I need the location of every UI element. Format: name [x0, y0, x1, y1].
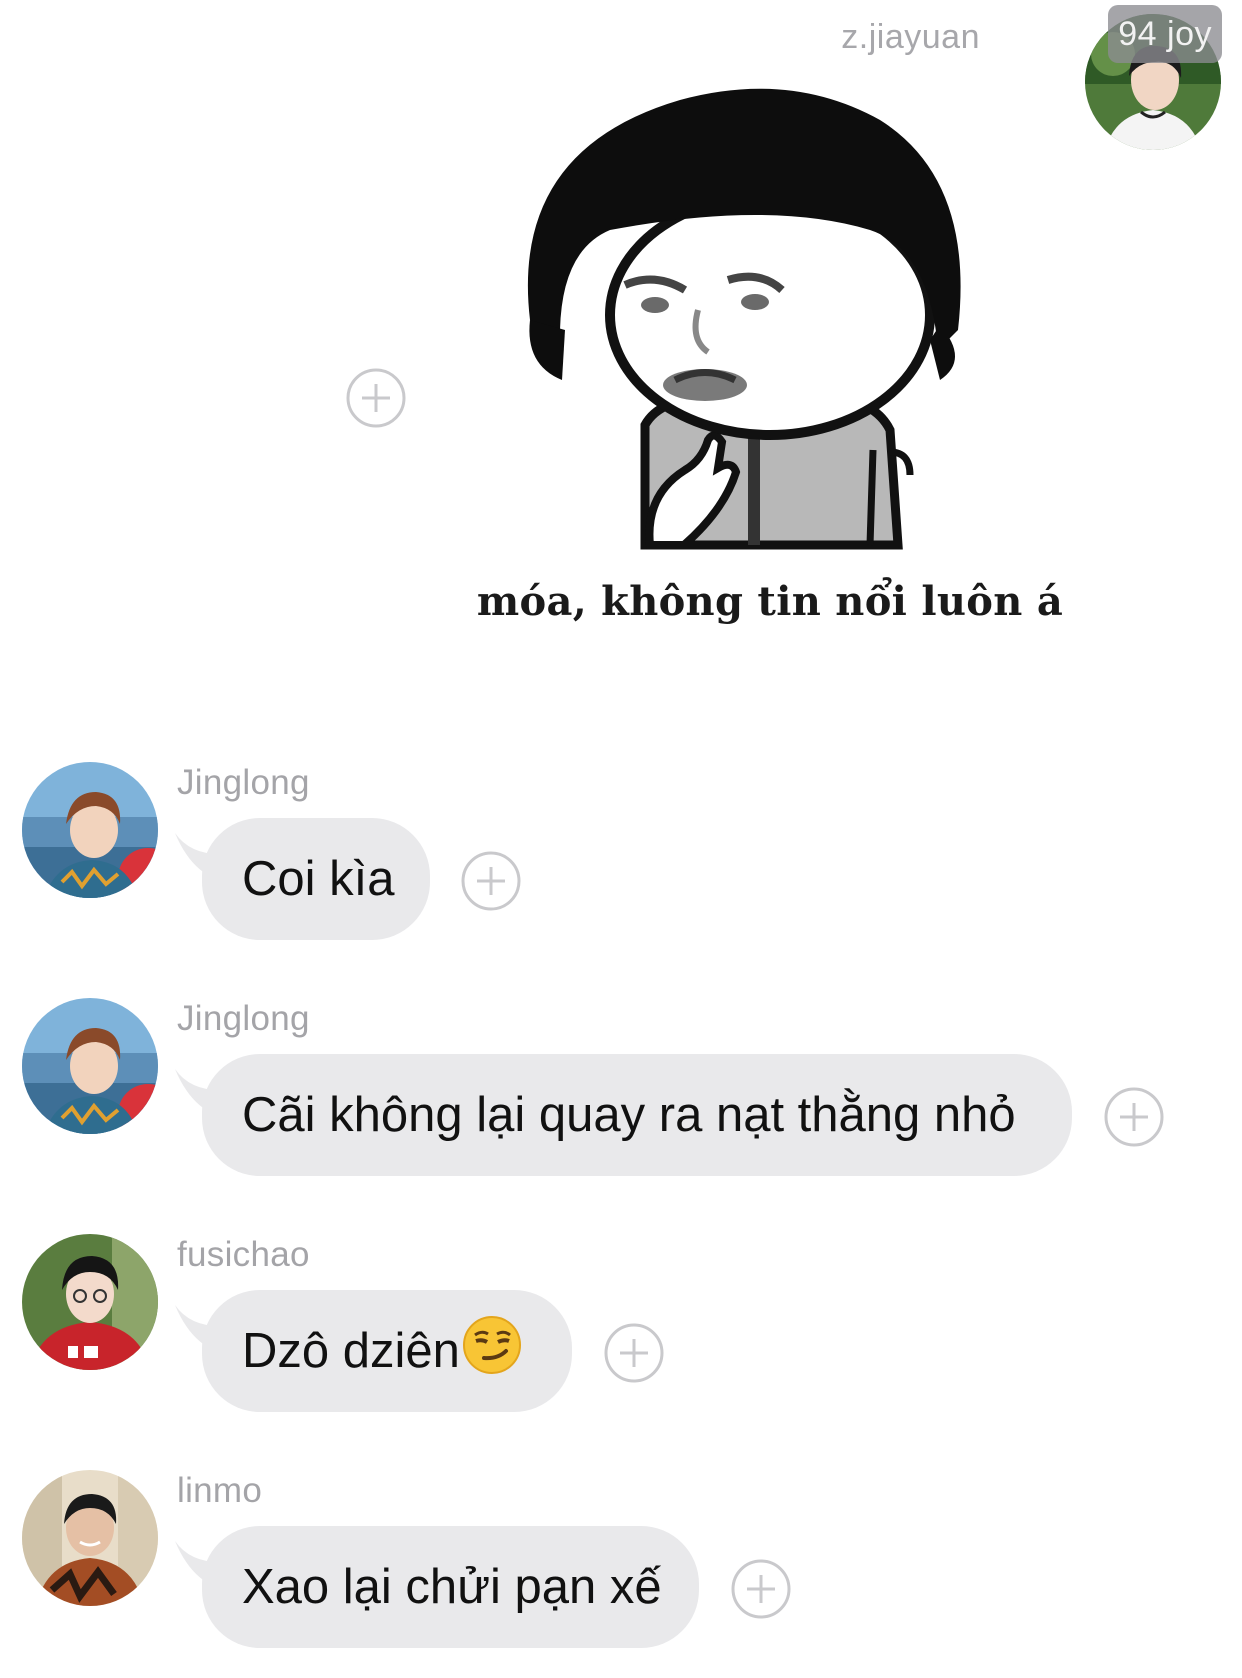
plus-circle-icon — [1104, 1087, 1164, 1147]
plus-circle-icon — [604, 1323, 664, 1383]
add-reaction-button[interactable] — [731, 1559, 791, 1619]
message-text: Cãi không lại quay ra nạt thằng nhỏ — [242, 1088, 1016, 1142]
sender-name: z.jiayuan — [841, 18, 980, 56]
meme-face-illustration — [527, 88, 961, 550]
message-bubble[interactable]: Coi kìa — [202, 818, 430, 940]
message-text: Xao lại chửi pạn xế — [242, 1560, 662, 1614]
message-sender-name: Jinglong — [177, 999, 310, 1038]
smirking-face-emoji — [462, 1316, 521, 1374]
message-bubble[interactable]: Cãi không lại quay ra nạt thằng nhỏ — [202, 1054, 1072, 1176]
message-text: Dzô dziên — [242, 1324, 460, 1378]
add-reaction-button[interactable] — [346, 368, 406, 428]
avatar[interactable] — [22, 998, 158, 1134]
add-reaction-button[interactable] — [604, 1323, 664, 1383]
add-reaction-button[interactable] — [461, 851, 521, 911]
avatar[interactable] — [22, 762, 158, 898]
message-sender-name: fusichao — [177, 1235, 310, 1274]
add-reaction-button[interactable] — [1104, 1087, 1164, 1147]
level-badge: 94 joy — [1108, 5, 1222, 63]
avatar[interactable] — [22, 1470, 158, 1606]
message-sender-name: Jinglong — [177, 763, 310, 802]
plus-circle-icon — [346, 368, 406, 428]
avatar[interactable] — [22, 1234, 158, 1370]
message-text: Coi kìa — [242, 852, 395, 906]
plus-circle-icon — [461, 851, 521, 911]
sticker-caption: móa, không tin nổi luôn á — [476, 578, 1064, 625]
plus-circle-icon — [731, 1559, 791, 1619]
message-bubble[interactable]: Dzô dziên — [202, 1290, 572, 1412]
message-sender-name: linmo — [177, 1471, 263, 1510]
message-bubble[interactable]: Xao lại chửi pạn xế — [202, 1526, 699, 1648]
